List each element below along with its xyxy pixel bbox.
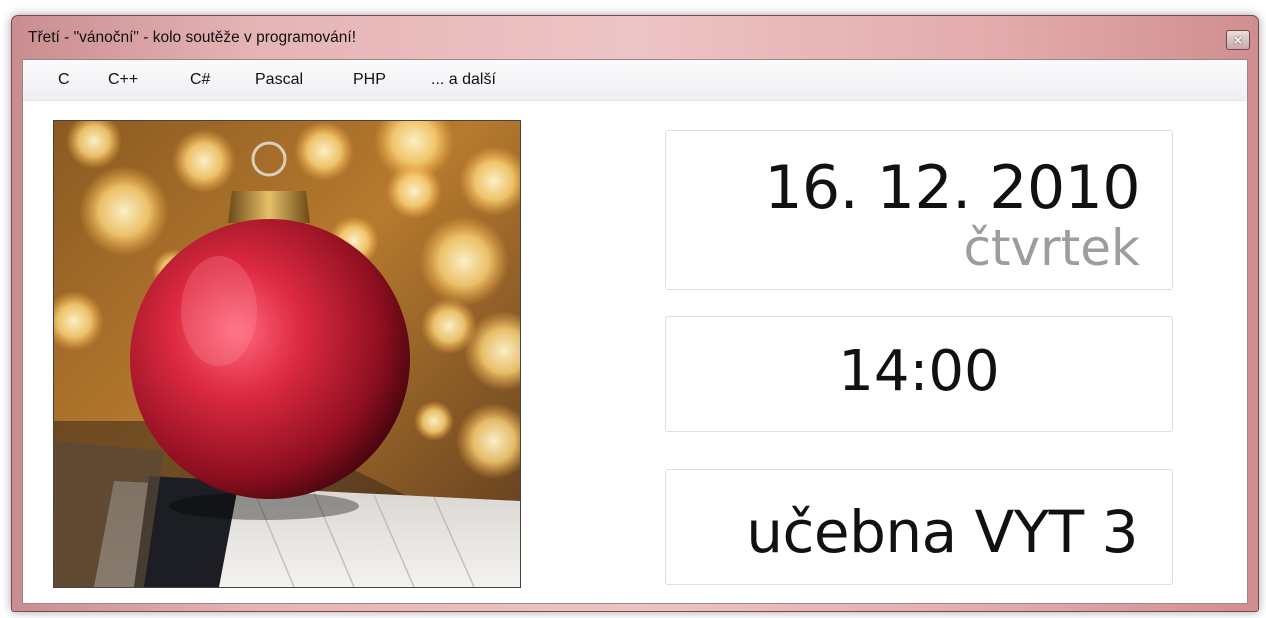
menu-item-more[interactable]: ... a další <box>431 71 496 89</box>
date-card: 16. 12. 2010 čtvrtek <box>665 130 1173 290</box>
title-bar[interactable]: Třetí - "vánoční" - kolo soutěže v progr… <box>12 16 1258 62</box>
menu-item-c[interactable]: C <box>58 71 70 89</box>
event-date: 16. 12. 2010 <box>764 153 1140 223</box>
close-icon: × <box>1232 33 1244 47</box>
time-card: 14:00 <box>665 316 1173 432</box>
event-room: učebna VYT 3 <box>746 498 1138 566</box>
menu-item-pascal[interactable]: Pascal <box>255 71 303 89</box>
room-card: učebna VYT 3 <box>665 469 1173 585</box>
window-title: Třetí - "vánoční" - kolo soutěže v progr… <box>28 29 357 46</box>
event-time: 14:00 <box>838 339 1000 404</box>
menu-item-cpp[interactable]: C++ <box>108 71 138 89</box>
close-button[interactable]: × <box>1226 30 1250 50</box>
menu-item-csharp[interactable]: C# <box>190 71 210 89</box>
event-day: čtvrtek <box>963 219 1140 277</box>
menu-item-php[interactable]: PHP <box>353 71 386 89</box>
app-window: Třetí - "vánoční" - kolo soutěže v progr… <box>11 15 1259 612</box>
client-area: C C++ C# Pascal PHP ... a další 16. 12. … <box>22 59 1248 604</box>
menu-bar: C C++ C# Pascal PHP ... a další <box>23 60 1247 101</box>
christmas-ornament-image <box>53 120 521 588</box>
